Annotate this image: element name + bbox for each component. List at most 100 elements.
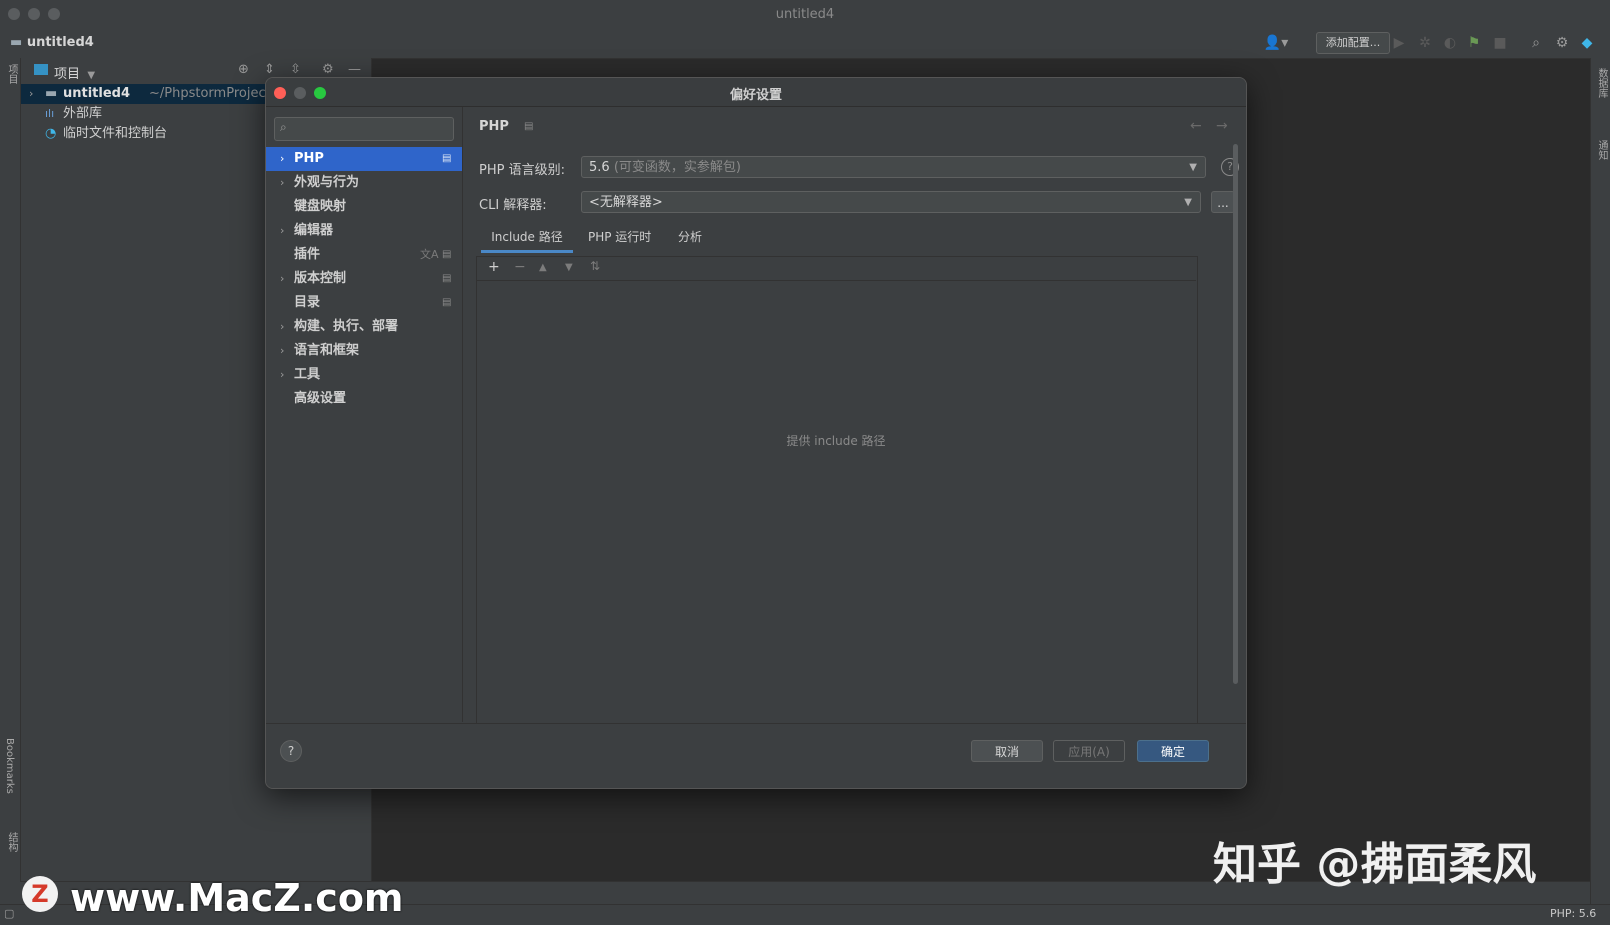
chevron-right-icon: › (280, 272, 285, 285)
cli-interpreter-select[interactable]: <无解释器> ▼ (581, 191, 1201, 213)
nav-item-directories[interactable]: 目录 ▤ (266, 291, 462, 315)
nav-item-label: 键盘映射 (294, 199, 347, 214)
nav-item-label: PHP (294, 151, 324, 166)
project-scope-icon: ▤ (442, 297, 452, 308)
collapse-all-icon[interactable]: ⇳ (290, 62, 301, 77)
dialog-title: 偏好设置 (729, 88, 782, 103)
nav-item-label: 语言和框架 (294, 343, 360, 358)
breadcrumb[interactable]: ▬ untitled4 (10, 35, 94, 50)
chevron-right-icon: › (280, 224, 285, 237)
tree-item-label: untitled4 (63, 86, 131, 101)
notifications-tool-tab[interactable]: 通知 (1594, 140, 1609, 160)
chevron-right-icon: › (280, 320, 285, 333)
add-configuration-button[interactable]: 添加配置... (1316, 32, 1390, 54)
zhihu-watermark: 知乎 @拂面柔风 (1213, 839, 1537, 890)
nav-item-keymap[interactable]: 键盘映射 (266, 195, 462, 219)
nav-item-label: 版本控制 (294, 271, 347, 286)
bookmarks-tool-tab[interactable]: Bookmarks (4, 738, 15, 794)
search-icon[interactable]: ⌕ (1527, 34, 1545, 52)
expand-all-icon[interactable]: ⇕ (264, 62, 275, 77)
nav-item-editor[interactable]: › 编辑器 (266, 219, 462, 243)
profiler-icon[interactable]: ⚑ (1465, 34, 1483, 52)
stop-icon[interactable]: ■ (1491, 34, 1509, 52)
nav-item-tools[interactable]: › 工具 (266, 363, 462, 387)
project-scope-icon: ▤ (442, 153, 452, 164)
remove-icon[interactable]: − (514, 259, 526, 275)
cli-interpreter-value: <无解释器> (589, 195, 663, 210)
browse-interpreter-button[interactable]: ... (1211, 191, 1235, 213)
dropdown-arrow-icon: ▼ (1189, 162, 1197, 173)
chevron-right-icon: › (280, 344, 285, 357)
nav-item-advanced[interactable]: 高级设置 (266, 387, 462, 411)
project-panel-title[interactable]: 项目 ▼ (54, 63, 95, 82)
nav-item-build[interactable]: › 构建、执行、部署 (266, 315, 462, 339)
right-tool-stripe (1590, 58, 1610, 904)
include-path-list (476, 256, 1198, 726)
project-tool-tab[interactable]: 项目 (4, 64, 19, 84)
search-icon: ⌕ (280, 120, 287, 134)
settings-search-input[interactable]: ⌕ (274, 117, 454, 141)
breadcrumb-project: untitled4 (26, 35, 94, 50)
nav-item-label: 高级设置 (294, 391, 347, 406)
tab-analysis[interactable]: 分析 (678, 228, 702, 250)
scratch-icon: ◔ (45, 126, 57, 141)
coverage-icon[interactable]: ◐ (1441, 34, 1459, 52)
move-up-icon[interactable]: ▲ (539, 262, 547, 273)
php-version-status[interactable]: PHP: 5.6 (1550, 907, 1596, 920)
nav-item-label: 插件 (294, 247, 321, 262)
back-arrow-icon[interactable]: ← (1190, 118, 1202, 134)
nav-item-appearance[interactable]: › 外观与行为 (266, 171, 462, 195)
move-down-icon[interactable]: ▼ (565, 262, 573, 273)
chevron-right-icon: › (280, 176, 285, 189)
php-level-label: PHP 语言级别: (479, 163, 565, 178)
help-button[interactable]: ? (280, 740, 302, 762)
database-tool-tab[interactable]: 数据库 (1594, 68, 1609, 98)
layout-toggle-icon[interactable]: ▢ (4, 907, 14, 920)
account-icon[interactable]: 👤▾ (1262, 34, 1290, 52)
nav-item-label: 编辑器 (294, 223, 334, 238)
debug-icon[interactable]: ✲ (1416, 34, 1434, 52)
preferences-dialog: 偏好设置 ⌕ › PHP ▤ › 外观与行为 键盘映射 › 编辑器 插件 文A … (265, 77, 1247, 789)
nav-item-label: 构建、执行、部署 (294, 319, 399, 334)
jetbrains-logo-icon[interactable]: ◆ (1578, 34, 1596, 52)
php-level-hint: (可变函数，实参解包) (613, 160, 741, 175)
page-title: PHP (479, 119, 509, 134)
project-view-icon (34, 64, 48, 75)
nav-item-languages[interactable]: › 语言和框架 (266, 339, 462, 363)
site-watermark: www.MacZ.com (70, 876, 404, 920)
nav-item-label: 目录 (294, 295, 321, 310)
gear-icon[interactable]: ⚙ (1553, 34, 1571, 52)
macz-logo-icon: Z (22, 876, 58, 912)
folder-icon: ▬ (45, 86, 58, 101)
gear-icon[interactable]: ⚙ (322, 62, 334, 77)
structure-tool-tab[interactable]: 结构 (4, 832, 19, 852)
nav-item-vcs[interactable]: › 版本控制 ▤ (266, 267, 462, 291)
apply-button[interactable]: 应用(A) (1053, 740, 1125, 762)
nav-item-plugins[interactable]: 插件 文A ▤ (266, 243, 462, 267)
cancel-button[interactable]: 取消 (971, 740, 1043, 762)
library-icon: ılı (45, 107, 55, 120)
hide-icon[interactable]: — (348, 62, 361, 77)
translate-icon: 文A (420, 248, 439, 261)
nav-item-label: 工具 (294, 367, 321, 382)
tree-item-label: 外部库 (63, 106, 103, 121)
forward-arrow-icon[interactable]: → (1216, 118, 1228, 134)
tab-include-path[interactable]: Include 路径 (481, 228, 573, 253)
project-scope-icon: ▤ (442, 273, 452, 284)
chevron-right-icon: › (280, 368, 285, 381)
locate-icon[interactable]: ⊕ (238, 62, 249, 77)
empty-state-text: 提供 include 路径 (786, 434, 886, 448)
project-scope-icon: ▤ (442, 249, 452, 260)
folder-icon: ▬ (10, 35, 23, 50)
tree-item-label: 临时文件和控制台 (63, 126, 168, 141)
sort-icon[interactable]: ⇅ (590, 259, 600, 273)
chevron-down-icon: ▼ (84, 70, 96, 81)
add-icon[interactable]: + (488, 259, 500, 275)
window-title: untitled4 (775, 7, 835, 22)
php-level-select[interactable]: 5.6 (可变函数，实参解包) ▼ (581, 156, 1206, 178)
run-icon[interactable]: ▶ (1390, 34, 1408, 52)
ok-button[interactable]: 确定 (1137, 740, 1209, 762)
tab-php-runtime[interactable]: PHP 运行时 (588, 228, 651, 250)
nav-item-php[interactable]: › PHP ▤ (266, 147, 462, 171)
scrollbar[interactable] (1233, 144, 1238, 684)
